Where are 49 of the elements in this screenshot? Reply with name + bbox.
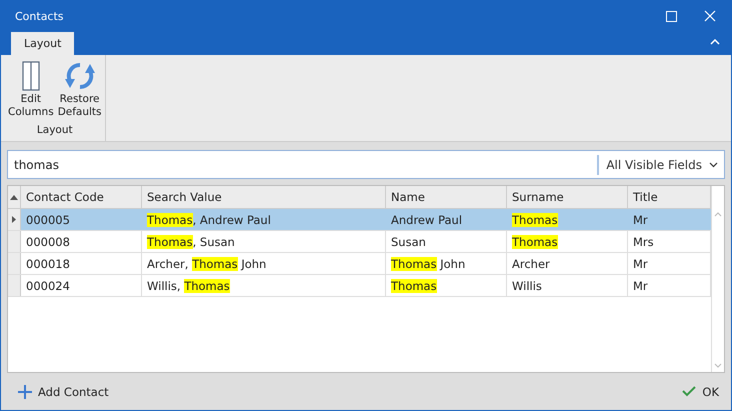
restore-defaults-button[interactable]: Restore Defaults	[56, 61, 103, 124]
table-cell-text: Mr	[632, 212, 649, 228]
column-header[interactable]: Name	[386, 186, 507, 208]
table-cell: Willis, Thomas	[142, 275, 386, 296]
table-cell: 000018	[21, 253, 142, 274]
column-header[interactable]: Search Value	[142, 186, 386, 208]
columns-icon	[22, 61, 40, 91]
checkmark-icon	[682, 386, 696, 397]
maximize-icon[interactable]	[666, 10, 677, 22]
table-cell-text: 000005	[25, 212, 71, 228]
refresh-icon	[64, 61, 96, 91]
table-cell: Thomas, Susan	[142, 231, 386, 252]
search-field[interactable]: thomas All Visible Fields	[7, 150, 725, 179]
table-cell: Archer, Thomas John	[142, 253, 386, 274]
chevron-down-icon	[709, 162, 718, 168]
column-header[interactable]: Title	[628, 186, 711, 208]
table-cell-text: Thomas, Andrew Paul	[146, 212, 272, 228]
column-header[interactable]: Contact Code	[21, 186, 142, 208]
close-icon[interactable]	[704, 10, 716, 22]
table-cell: Willis	[507, 275, 628, 296]
table-cell: Thomas John	[386, 253, 507, 274]
sort-header[interactable]	[8, 186, 21, 208]
table-cell-text: Andrew Paul	[390, 212, 464, 228]
ok-button[interactable]: OK	[680, 382, 721, 400]
table-row[interactable]: 000018 Archer, Thomas John Thomas John Archer Mr	[8, 253, 711, 275]
ribbon-tab[interactable]: Layout	[11, 32, 74, 55]
table-cell: Thomas	[507, 231, 628, 252]
search-scope-dropdown[interactable]: All Visible Fields	[597, 154, 724, 174]
table-cell-text: Thomas	[511, 212, 559, 228]
column-header[interactable]: Surname	[507, 186, 628, 208]
table-row[interactable]: 000005 Thomas, Andrew Paul Andrew Paul Thomas Mr	[8, 209, 711, 231]
group-label: Layout	[36, 124, 73, 138]
current-row-icon	[12, 216, 16, 223]
window-title: Contacts	[15, 10, 64, 22]
edit-columns-button[interactable]: Edit Columns	[7, 61, 55, 124]
table-cell: Mr	[628, 275, 711, 296]
plus-icon	[18, 384, 32, 398]
table-cell: Mrs	[628, 231, 711, 252]
collapse-ribbon-icon[interactable]	[710, 39, 720, 45]
sort-up-icon	[10, 194, 18, 200]
table-cell: Mr	[628, 253, 711, 274]
table-cell: Archer	[507, 253, 628, 274]
table-cell: 000008	[21, 231, 142, 252]
table-row[interactable]: 000024 Willis, Thomas Thomas Willis Mr	[8, 275, 711, 297]
table-row[interactable]: 000008 Thomas, Susan Susan Thomas Mrs	[8, 231, 711, 253]
table-cell: 000024	[21, 275, 142, 296]
table-cell: Thomas	[386, 275, 507, 296]
table-cell: Susan	[386, 231, 507, 252]
add-contact-button[interactable]: Add Contact	[16, 382, 111, 400]
